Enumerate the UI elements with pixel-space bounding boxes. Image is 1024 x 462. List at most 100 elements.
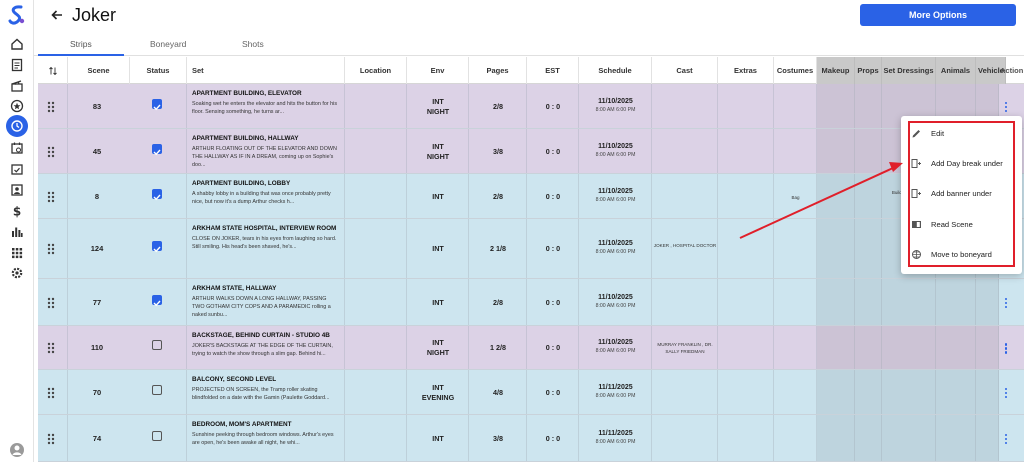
table-cell — [345, 84, 407, 128]
col-extras[interactable]: Extras — [718, 57, 774, 84]
left-nav-rail: $ — [0, 0, 34, 462]
env-value: INT NIGHT — [426, 141, 450, 161]
schedule-cell: 11/10/2025 8:00 AM 6:00 PM — [579, 339, 652, 354]
status-checkbox[interactable] — [152, 430, 162, 441]
reports-bar-chart-icon[interactable] — [8, 223, 26, 241]
table-row[interactable]: 83 APARTMENT BUILDING, ELEVATOR Soaking we… — [38, 84, 1024, 129]
table-row[interactable]: 70 BALCONY, SECOND LEVEL PROJECTED ON SCRE… — [38, 370, 1024, 415]
table-row[interactable]: 8 APARTMENT BUILDING, LOBBY A shabby lobby… — [38, 174, 1024, 219]
check-icon — [153, 194, 161, 200]
sort-toggle[interactable] — [38, 57, 68, 84]
table-cell — [855, 326, 882, 369]
table-row[interactable]: 74 BEDROOM, MOM'S APARTMENT Sunshine peeki… — [38, 415, 1024, 462]
table-cell — [345, 279, 407, 325]
table-cell — [774, 219, 817, 278]
col-set-dressings[interactable]: Set Dressings — [882, 57, 936, 84]
row-actions-menu-icon[interactable] — [1000, 343, 1012, 354]
col-animals[interactable]: Animals — [936, 57, 976, 84]
status-checkbox[interactable] — [152, 294, 162, 306]
apps-grid-icon[interactable] — [8, 244, 26, 262]
row-actions-menu-icon[interactable] — [1000, 433, 1012, 444]
col-scene[interactable]: Scene — [68, 57, 130, 84]
drag-handle-icon[interactable] — [47, 191, 55, 203]
script-icon[interactable] — [8, 56, 26, 74]
star-icon[interactable] — [8, 97, 26, 115]
tab-shots[interactable]: Shots — [242, 39, 264, 49]
tab-strips[interactable]: Strips — [70, 39, 92, 49]
set-title: BALCONY, SECOND LEVEL — [192, 376, 277, 383]
schedule-clock-icon[interactable] — [6, 115, 28, 137]
schedule-time: 8:00 AM 6:00 PM — [595, 348, 636, 354]
app-logo-icon[interactable] — [6, 4, 28, 26]
schedule-time: 8:00 AM 6:00 PM — [595, 151, 636, 158]
table-cell — [976, 279, 999, 325]
calendar-clock-icon[interactable] — [8, 139, 26, 157]
col-pages[interactable]: Pages — [469, 57, 527, 84]
table-cell — [345, 370, 407, 414]
col-schedule[interactable]: Schedule — [579, 57, 652, 84]
drag-handle-icon[interactable] — [47, 387, 55, 399]
set-title: ARKHAM STATE HOSPITAL, INTERVIEW ROOM — [192, 225, 337, 232]
calendar-check-icon[interactable] — [8, 160, 26, 178]
back-arrow-icon[interactable] — [50, 8, 64, 22]
drag-handle-icon[interactable] — [47, 342, 55, 354]
col-costumes[interactable]: Costumes — [774, 57, 817, 84]
env-value: INT — [432, 244, 444, 253]
status-checkbox[interactable] — [152, 241, 162, 253]
contacts-icon[interactable] — [8, 181, 26, 199]
scene-number: 45 — [92, 146, 102, 156]
status-checkbox[interactable] — [152, 143, 162, 155]
set-cell: ARKHAM STATE HOSPITAL, INTERVIEW ROOM CLO… — [192, 225, 340, 251]
pages-value: 2 1/8 — [490, 244, 506, 253]
table-cell — [652, 370, 718, 414]
status-checkbox[interactable] — [152, 98, 162, 110]
more-options-button[interactable]: More Options — [860, 4, 1016, 26]
table-row[interactable]: 110 BACKSTAGE, BEHIND CURTAIN - STUDIO 4B… — [38, 326, 1024, 370]
active-tab-indicator — [38, 54, 124, 56]
col-set[interactable]: Set — [187, 57, 345, 84]
col-est[interactable]: EST — [527, 57, 579, 84]
col-location[interactable]: Location — [345, 57, 407, 84]
set-description: CLOSE ON JOKER, tears in his eyes from l… — [192, 236, 337, 251]
col-props[interactable]: Props — [855, 57, 882, 84]
drag-handle-icon[interactable] — [47, 433, 55, 445]
table-cell — [345, 326, 407, 369]
row-actions-menu-icon[interactable] — [1000, 297, 1012, 308]
schedule-date: 11/10/2025 — [598, 142, 633, 150]
drag-handle-icon[interactable] — [47, 101, 55, 113]
clapperboard-icon[interactable] — [8, 77, 26, 95]
drag-handle-icon[interactable] — [47, 243, 55, 255]
cast-value: JOKER , HOSPITAL DOCTOR — [653, 243, 717, 248]
pages-value: 3/8 — [493, 433, 503, 443]
table-cell — [855, 84, 882, 128]
schedule-cell: 11/11/2025 8:00 AM 6:00 PM — [579, 430, 652, 445]
status-checkbox[interactable] — [152, 384, 162, 395]
tab-boneyard[interactable]: Boneyard — [150, 39, 186, 49]
schedule-time: 8:00 AM 6:00 PM — [595, 438, 636, 445]
col-makeup[interactable]: Makeup — [817, 57, 855, 84]
sort-arrows-icon[interactable] — [48, 66, 58, 76]
col-cast[interactable]: Cast — [652, 57, 718, 84]
env-value: INT — [432, 297, 444, 307]
est-value: 0 : 0 — [545, 146, 561, 156]
drag-handle-icon[interactable] — [47, 146, 55, 158]
budget-dollar-icon[interactable]: $ — [8, 202, 26, 220]
status-checkbox[interactable] — [152, 340, 162, 350]
table-row[interactable]: 45 APARTMENT BUILDING, HALLWAY ARTHUR FLOA… — [38, 129, 1024, 174]
settings-gear-icon[interactable] — [8, 264, 26, 282]
status-checkbox[interactable] — [152, 188, 162, 200]
col-status[interactable]: Status — [130, 57, 187, 84]
col-env[interactable]: Env — [407, 57, 469, 84]
col-action[interactable]: Action G — [999, 57, 1024, 84]
drag-handle-icon[interactable] — [47, 297, 55, 309]
row-actions-menu-icon[interactable] — [1000, 387, 1012, 398]
page-header: Joker More Options — [34, 0, 1024, 32]
row-actions-menu-icon[interactable] — [1000, 101, 1012, 112]
svg-text:$: $ — [13, 205, 21, 219]
table-row[interactable]: 77 ARKHAM STATE, HALLWAY ARTHUR WALKS DOWN… — [38, 279, 1024, 326]
table-row[interactable]: 124 ARKHAM STATE HOSPITAL, INTERVIEW ROOM… — [38, 219, 1024, 279]
user-account-icon[interactable] — [9, 442, 25, 458]
home-icon[interactable] — [8, 35, 26, 53]
table-cell — [652, 129, 718, 173]
table-cell — [718, 174, 774, 218]
